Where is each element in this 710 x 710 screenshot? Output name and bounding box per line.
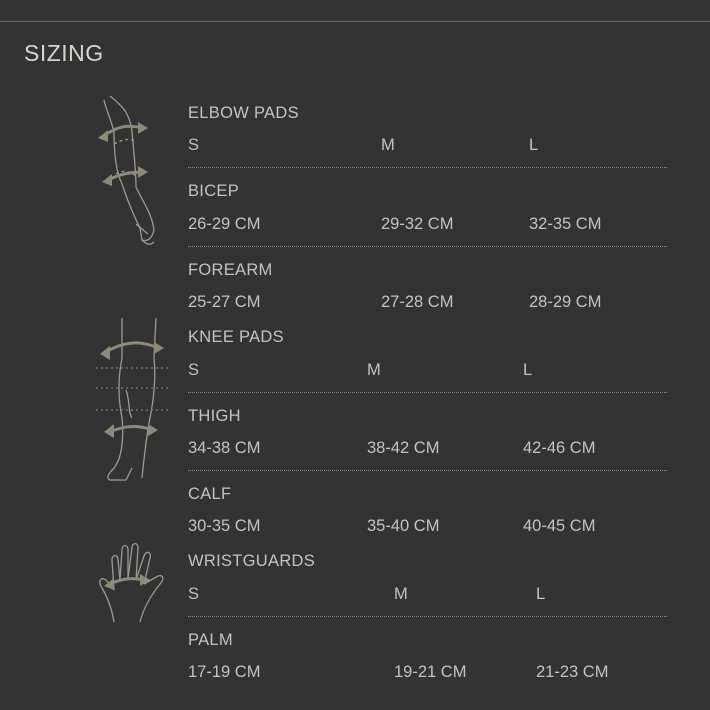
forearm-size-l: 28-29 CM: [529, 293, 602, 311]
size-m: M: [394, 585, 408, 603]
calf-size-l: 40-45 CM: [523, 517, 596, 535]
row-label-calf: CALF: [188, 485, 232, 503]
size-s: S: [188, 361, 200, 379]
size-m: M: [367, 361, 381, 379]
palm-size-s: 17-19 CM: [188, 663, 261, 681]
hand-measurement-icon: [96, 542, 166, 626]
size-s: S: [188, 585, 200, 603]
thigh-size-m: 38-42 CM: [367, 439, 440, 457]
divider: [188, 246, 667, 247]
row-label-thigh: THIGH: [188, 407, 241, 425]
calf-size-s: 30-35 CM: [188, 517, 261, 535]
section-title-wristguards: WRISTGUARDS: [188, 552, 316, 570]
divider: [188, 392, 667, 393]
size-s: S: [188, 136, 200, 154]
section-title-knee-pads: KNEE PADS: [188, 328, 284, 346]
divider: [188, 470, 667, 471]
bicep-size-s: 26-29 CM: [188, 215, 261, 233]
size-l: L: [536, 585, 546, 603]
palm-size-m: 19-21 CM: [394, 663, 467, 681]
calf-size-m: 35-40 CM: [367, 517, 440, 535]
top-rule: [0, 21, 710, 22]
row-label-forearm: FOREARM: [188, 261, 273, 279]
forearm-size-m: 27-28 CM: [381, 293, 454, 311]
thigh-size-s: 34-38 CM: [188, 439, 261, 457]
size-l: L: [529, 136, 539, 154]
palm-size-l: 21-23 CM: [536, 663, 609, 681]
page-title: SIZING: [24, 40, 104, 66]
bicep-size-m: 29-32 CM: [381, 215, 454, 233]
arm-measurement-icon: [92, 92, 172, 252]
section-title-elbow-pads: ELBOW PADS: [188, 104, 299, 122]
bicep-size-l: 32-35 CM: [529, 215, 602, 233]
thigh-size-l: 42-46 CM: [523, 439, 596, 457]
row-label-bicep: BICEP: [188, 182, 240, 200]
leg-measurement-icon: [92, 318, 172, 488]
divider: [188, 167, 667, 168]
size-l: L: [523, 361, 533, 379]
size-m: M: [381, 136, 395, 154]
divider: [188, 616, 667, 617]
forearm-size-s: 25-27 CM: [188, 293, 261, 311]
row-label-palm: PALM: [188, 631, 233, 649]
